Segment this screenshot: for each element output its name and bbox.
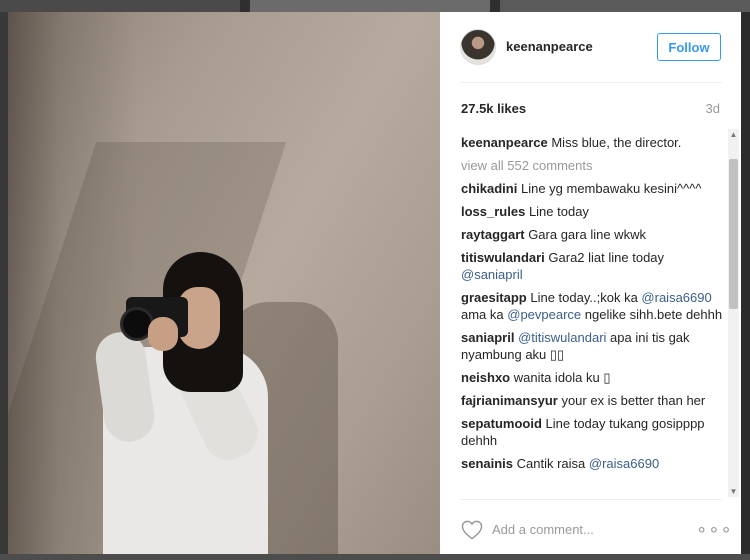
background-tile: [500, 0, 750, 12]
comment-user[interactable]: keenanpearce: [461, 135, 548, 150]
comments-scrollbar[interactable]: ▲ ▼: [728, 129, 739, 497]
scroll-down-icon[interactable]: ▼: [728, 486, 739, 497]
comment-text: ngelike sihh.bete dehhh: [581, 307, 723, 322]
comment-user[interactable]: chikadini: [461, 181, 517, 196]
divider: [460, 499, 722, 500]
list-item: saniapril @titiswulandari apa ini tis ga…: [461, 329, 723, 363]
comment-text: Gara gara line wkwk: [524, 227, 646, 242]
comment-user[interactable]: fajrianimansyur: [461, 393, 558, 408]
background-tile: [741, 12, 750, 560]
caption: keenanpearce Miss blue, the director.: [461, 134, 723, 151]
comment-user[interactable]: loss_rules: [461, 204, 525, 219]
background-tile: [0, 12, 8, 560]
comment-user[interactable]: saniapril: [461, 330, 514, 345]
comment-mention[interactable]: @raisa6690: [589, 456, 659, 471]
list-item: graesitapp Line today..;kok ka @raisa669…: [461, 289, 723, 323]
comment-mention[interactable]: @saniapril: [461, 267, 523, 282]
post-time[interactable]: 3d: [706, 101, 720, 116]
list-item: senainis Cantik raisa @raisa6690: [461, 455, 723, 472]
comment-user[interactable]: neishxo: [461, 370, 510, 385]
list-item: raytaggart Gara gara line wkwk: [461, 226, 723, 243]
comment-text: Line today: [525, 204, 589, 219]
comment-mention[interactable]: @raisa6690: [641, 290, 711, 305]
comment-user[interactable]: titiswulandari: [461, 250, 545, 265]
comment-user[interactable]: senainis: [461, 456, 513, 471]
comment-text: ama ka: [461, 307, 508, 322]
comment-user[interactable]: graesitapp: [461, 290, 527, 305]
post-side-panel: keenanpearce Follow 27.5k likes 3d keena…: [440, 12, 741, 554]
comment-text: Gara2 liat line today: [544, 250, 665, 265]
post-username[interactable]: keenanpearce: [506, 39, 593, 54]
comments-list[interactable]: keenanpearce Miss blue, the director. vi…: [461, 134, 723, 494]
scrollbar-thumb[interactable]: [729, 159, 738, 309]
comment-mention[interactable]: @titiswulandari: [518, 330, 606, 345]
comment-text: Cantik raisa: [513, 456, 589, 471]
list-item: titiswulandari Gara2 liat line today @sa…: [461, 249, 723, 283]
list-item: sepatumooid Line today tukang gosipppp d…: [461, 415, 723, 449]
comment-mention[interactable]: @pevpearce: [507, 307, 581, 322]
comment-user[interactable]: raytaggart: [461, 227, 525, 242]
comment-text: Miss blue, the director.: [547, 135, 682, 150]
avatar[interactable]: [460, 29, 496, 65]
scroll-up-icon[interactable]: ▲: [728, 129, 739, 140]
list-item: loss_rules Line today: [461, 203, 723, 220]
background-tile: [250, 0, 490, 12]
follow-button[interactable]: Follow: [657, 33, 721, 61]
likes-count[interactable]: 27.5k likes: [461, 101, 526, 116]
comment-text: wanita idola ku ▯: [510, 370, 611, 385]
list-item: fajrianimansyur your ex is better than h…: [461, 392, 723, 409]
view-all-comments-link[interactable]: view all 552 comments: [461, 157, 723, 174]
comment-text: Line yg membawaku kesini^^^^: [517, 181, 702, 196]
comment-text: Line today..;kok ka: [526, 290, 642, 305]
post-header: keenanpearce Follow: [440, 12, 741, 82]
heart-icon[interactable]: [461, 520, 483, 540]
background-tile: [0, 0, 240, 12]
post-footer: ∘∘∘: [440, 502, 741, 554]
more-options-icon[interactable]: ∘∘∘: [696, 519, 732, 539]
comment-user[interactable]: sepatumooid: [461, 416, 542, 431]
add-comment-input[interactable]: [492, 516, 682, 542]
post-modal: keenanpearce Follow 27.5k likes 3d keena…: [8, 12, 741, 554]
list-item: chikadini Line yg membawaku kesini^^^^: [461, 180, 723, 197]
background-tile: [0, 554, 750, 560]
divider: [460, 82, 722, 83]
list-item: neishxo wanita idola ku ▯: [461, 369, 723, 386]
comment-text: your ex is better than her: [557, 393, 706, 408]
post-photo[interactable]: [8, 12, 440, 554]
photo-hand: [148, 317, 178, 351]
